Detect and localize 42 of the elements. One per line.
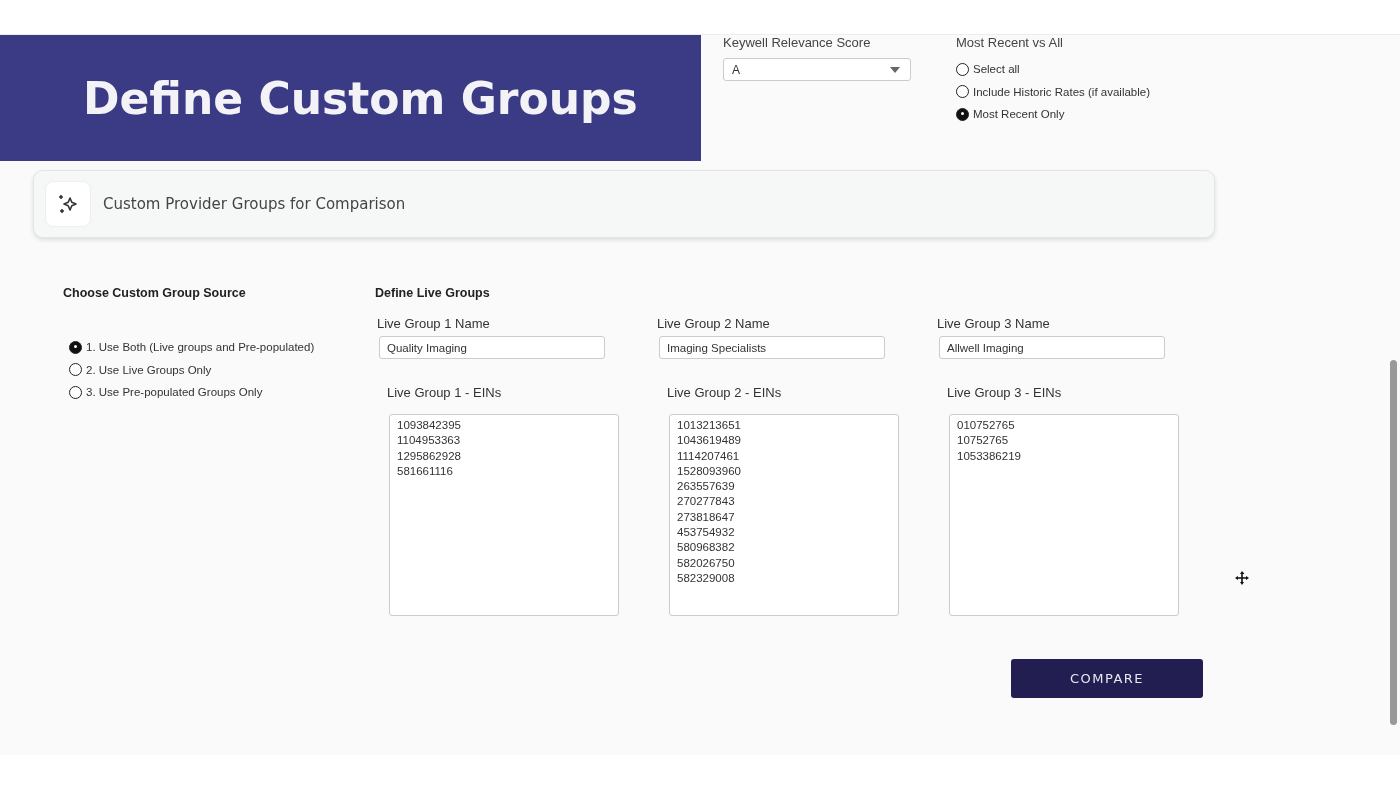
radio-button[interactable] <box>69 363 82 377</box>
eins-textarea[interactable]: 010752765 10752765 1053386219 <box>949 414 1179 616</box>
group-name-field[interactable]: Quality Imaging <box>379 336 605 359</box>
eins-textarea[interactable]: 1093842395 1104953363 1295862928 581661116 <box>389 414 619 616</box>
move-cursor-icon <box>1235 571 1249 585</box>
radio-option[interactable]: 1. Use Both (Live groups and Pre-populated) <box>69 336 375 359</box>
radio-label: 3. Use Pre-populated Groups Only <box>86 386 263 399</box>
radio-label: Select all <box>973 63 1020 76</box>
score-dropdown[interactable]: A <box>723 58 911 81</box>
radio-option[interactable]: 2. Use Live Groups Only <box>69 358 375 381</box>
dropdown-caret-icon <box>890 66 900 73</box>
radio-label: 1. Use Both (Live groups and Pre-populated) <box>86 341 315 354</box>
eins-label: Live Group 1 - EINs <box>387 385 503 402</box>
group-source-heading: Choose Custom Group Source <box>63 286 247 302</box>
filter-label: Keywell Relevance Score <box>723 35 872 52</box>
group-name-field[interactable]: Allwell Imaging <box>939 336 1165 359</box>
eins-label: Live Group 2 - EINs <box>667 385 783 402</box>
radio-option[interactable]: 3. Use Pre-populated Groups Only <box>69 381 375 404</box>
radio-button[interactable] <box>956 107 969 121</box>
filter-label: Most Recent vs All <box>956 35 1064 52</box>
group-name-label: Live Group 3 Name <box>937 316 1051 333</box>
radio-button[interactable] <box>956 85 969 99</box>
radio-button[interactable] <box>956 62 969 76</box>
section-title: Custom Provider Groups for Comparison <box>103 195 406 213</box>
compare-button[interactable]: COMPARE <box>1011 659 1203 698</box>
scrollbar-thumb[interactable] <box>1390 360 1397 725</box>
radio-button[interactable] <box>69 340 82 354</box>
radio-option[interactable]: Select all <box>956 58 1151 81</box>
radio-button[interactable] <box>69 385 82 399</box>
eins-textarea[interactable]: 1013213651 1043619489 1114207461 1528093960 263557639 270277843 273818647 453754932 580968382 582026750 582329008 <box>669 414 899 616</box>
radio-label: 2. Use Live Groups Only <box>86 363 212 376</box>
group-name-label: Live Group 2 Name <box>657 316 771 333</box>
eins-label: Live Group 3 - EINs <box>947 385 1063 402</box>
page-title: Define Custom Groups <box>83 72 638 124</box>
radio-label: Include Historic Rates (if available) <box>973 85 1151 98</box>
group-name-label: Live Group 1 Name <box>377 316 491 333</box>
radio-label: Most Recent Only <box>973 108 1065 121</box>
radio-option[interactable]: Most Recent Only <box>956 103 1151 126</box>
group-name-field[interactable]: Imaging Specialists <box>659 336 885 359</box>
radio-option[interactable]: Include Historic Rates (if available) <box>956 80 1151 103</box>
sparkle-icon <box>56 192 80 216</box>
live-groups-heading: Define Live Groups <box>375 286 491 302</box>
